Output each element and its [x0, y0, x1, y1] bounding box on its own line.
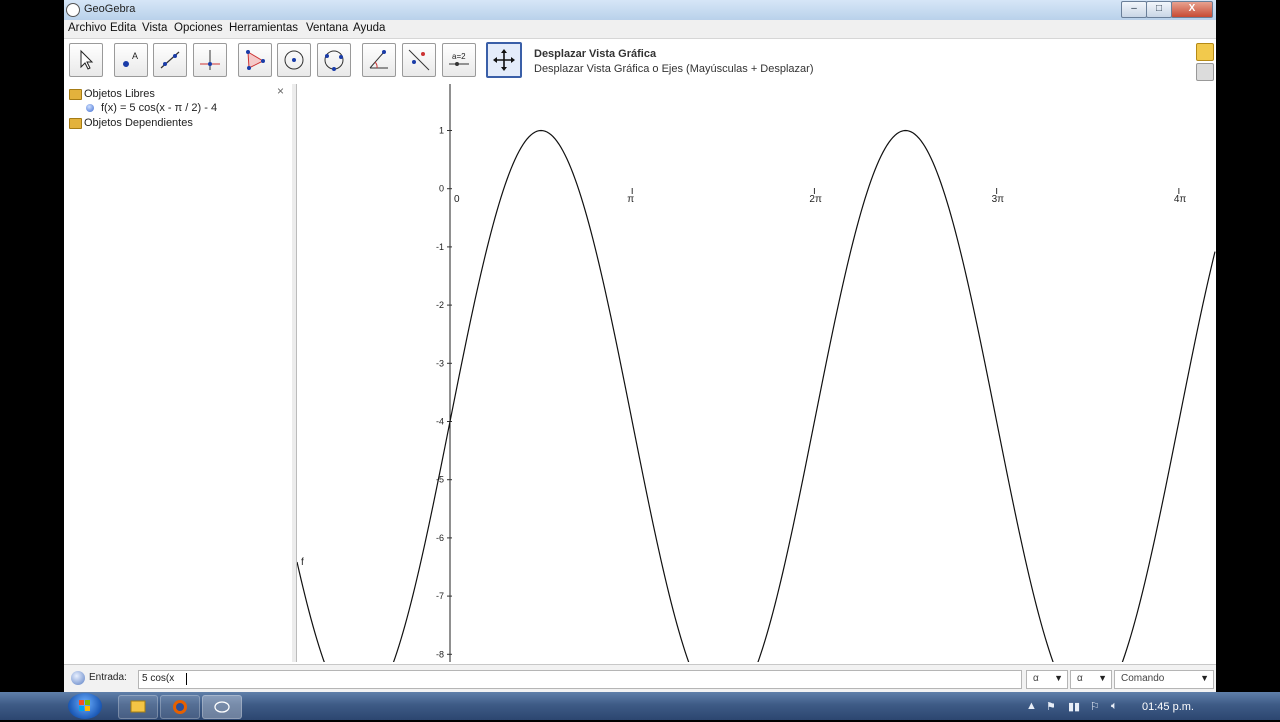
perpendicular-line-icon [200, 50, 220, 70]
folder-icon [69, 118, 82, 129]
x-tick-label: 3π [992, 194, 1005, 205]
show-hidden-icons[interactable]: ▲ [1026, 700, 1037, 712]
menu-edita[interactable]: Edita [110, 22, 136, 34]
help-icon[interactable] [71, 671, 85, 685]
graphics-view[interactable]: 0 π 2π 3π 4π 1 0 -1 -2 -3 -4 -5 -6 -7 -8 f [297, 84, 1216, 662]
curve-label: f [301, 557, 304, 568]
menu-herramientas[interactable]: Herramientas [229, 22, 298, 34]
x-tick-label: π [627, 194, 634, 205]
input-bar: Entrada: 5 cos(x α ▼ α ▼ Comando ▼ [64, 664, 1216, 693]
geogebra-window: GeoGebra ‒ □ X Archivo Edita Vista Opcio… [64, 0, 1216, 693]
start-button[interactable] [68, 693, 102, 719]
menu-opciones[interactable]: Opciones [174, 22, 223, 34]
y-tick-label: -2 [436, 300, 444, 310]
line-tool-button[interactable] [153, 43, 187, 77]
y-tick-label: -1 [436, 242, 444, 252]
action-center-icon[interactable]: ⚑ [1046, 700, 1056, 713]
geogebra-app-icon [66, 3, 80, 17]
svg-text:a=2: a=2 [452, 52, 466, 61]
taskbar-firefox[interactable] [160, 695, 200, 719]
reflect-line-icon [408, 49, 430, 71]
tool-name: Desplazar Vista Gráfica [534, 48, 657, 60]
circle-tool-button[interactable] [277, 43, 311, 77]
slider-tool-button[interactable]: a=2 [442, 43, 476, 77]
y-tick-label: 0 [439, 184, 444, 194]
taskbar-geogebra[interactable] [202, 695, 242, 719]
command-combo[interactable]: Comando ▼ [1114, 670, 1214, 689]
symbol-combo-2[interactable]: α ▼ [1070, 670, 1112, 689]
taskbar-clock[interactable]: 01:45 p.m. [1142, 701, 1194, 713]
symbol-combo-1[interactable]: α ▼ [1026, 670, 1068, 689]
title-bar: GeoGebra ‒ □ X [64, 0, 1216, 21]
tool-help: Desplazar Vista Gráfica o Ejes (Mayúscul… [534, 63, 814, 75]
maximize-button[interactable]: □ [1146, 1, 1172, 18]
move-tool-button[interactable] [69, 43, 103, 77]
y-tick-label: 1 [439, 126, 444, 136]
y-tick-label: -6 [436, 533, 444, 543]
menu-ventana[interactable]: Ventana [306, 22, 348, 34]
slider-icon: a=2 [449, 52, 469, 66]
network-icon[interactable]: ▮▮ [1068, 700, 1080, 713]
geogebra-icon [214, 701, 230, 713]
move-graphics-view-tool-button[interactable] [486, 42, 522, 78]
x-tick-label: 0 [454, 194, 460, 205]
folder-icon [69, 89, 82, 100]
undo-icon[interactable] [1196, 43, 1214, 61]
dependent-objects-folder[interactable]: Objetos Dependientes [84, 117, 193, 129]
command-input[interactable]: 5 cos(x [138, 670, 1022, 689]
polygon-tool-button[interactable] [238, 43, 272, 77]
command-input-value: 5 cos(x [142, 673, 175, 684]
firefox-icon [173, 700, 187, 714]
point-icon: A [123, 51, 138, 67]
polygon-icon [246, 50, 265, 70]
point-tool-button[interactable]: A [114, 43, 148, 77]
redo-icon[interactable] [1196, 63, 1214, 81]
folder-icon [130, 700, 146, 713]
circle-icon [284, 50, 304, 70]
menu-vista[interactable]: Vista [142, 22, 167, 34]
y-tick-label: -7 [436, 591, 444, 601]
move-arrows-icon [493, 49, 515, 71]
close-button[interactable]: X [1171, 1, 1213, 18]
windows-logo-icon [79, 700, 90, 711]
function-definition[interactable]: f(x) = 5 cos(x - π / 2) - 4 [101, 102, 217, 114]
angle-tool-button[interactable] [362, 43, 396, 77]
angle-icon [369, 50, 388, 69]
menu-bar: Archivo Edita Vista Opciones Herramienta… [64, 20, 1216, 39]
window-title: GeoGebra [84, 3, 136, 15]
x-tick-label: 2π [809, 194, 822, 205]
minimize-button[interactable]: ‒ [1121, 1, 1147, 18]
menu-ayuda[interactable]: Ayuda [353, 22, 385, 34]
graph-canvas[interactable]: 0 π 2π 3π 4π 10-1-2-3-4-5-6-7-8 f [297, 84, 1216, 662]
taskbar-explorer[interactable] [118, 695, 158, 719]
visibility-toggle-icon[interactable] [86, 104, 94, 112]
text-cursor [186, 673, 187, 685]
perpendicular-tool-button[interactable] [193, 43, 227, 77]
flag-icon[interactable]: ⚐ [1090, 700, 1100, 713]
circle-three-points-tool-button[interactable] [317, 43, 351, 77]
algebra-view: Objetos Libres f(x) = 5 cos(x - π / 2) -… [64, 84, 293, 662]
y-tick-label: -4 [436, 417, 444, 427]
line-icon [160, 51, 180, 69]
function-curve[interactable] [297, 129, 1216, 663]
toolbar: A a=2 Desplazar Vista Gráfica Desplazar … [64, 39, 1216, 83]
y-tick-label: -8 [436, 649, 444, 659]
close-algebra-icon[interactable]: × [277, 84, 284, 98]
circle-three-points-icon [324, 50, 344, 71]
y-tick-label: -3 [436, 358, 444, 368]
svg-text:A: A [132, 51, 138, 61]
input-label: Entrada: [89, 672, 127, 683]
x-tick-label: 4π [1174, 194, 1187, 205]
free-objects-folder[interactable]: Objetos Libres [84, 88, 155, 100]
cursor-arrow-icon [80, 49, 94, 70]
volume-icon[interactable]: 🔈︎ [1111, 700, 1118, 713]
menu-archivo[interactable]: Archivo [68, 22, 106, 34]
reflect-tool-button[interactable] [402, 43, 436, 77]
